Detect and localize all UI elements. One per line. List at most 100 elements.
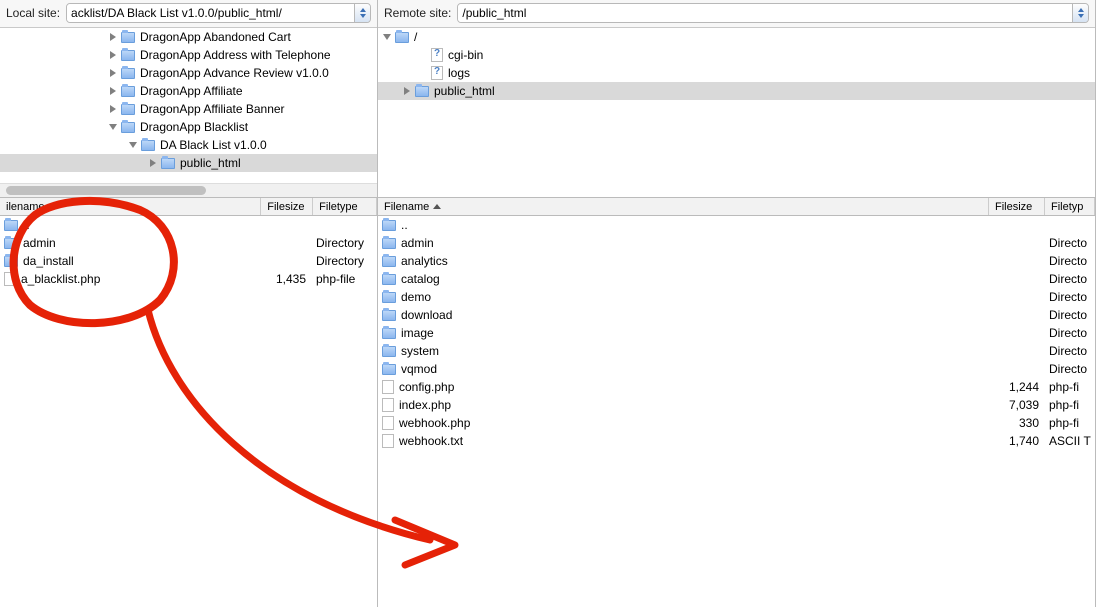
file-size: 330: [991, 416, 1045, 430]
chevron-up-icon: [1078, 8, 1084, 12]
local-site-bar: Local site:: [0, 0, 377, 28]
file-row[interactable]: systemDirecto: [378, 342, 1095, 360]
tree-row[interactable]: public_html: [0, 154, 377, 172]
file-type: Directo: [1045, 308, 1095, 322]
folder-icon: [141, 140, 155, 151]
file-row[interactable]: da_installDirectory: [0, 252, 377, 270]
chevron-down-icon: [360, 14, 366, 18]
disclosure-closed-icon[interactable]: [110, 51, 116, 59]
disclosure-closed-icon[interactable]: [110, 87, 116, 95]
tree-row[interactable]: logs: [378, 64, 1095, 82]
tree-label: logs: [448, 66, 470, 80]
local-dir-tree[interactable]: DragonApp Abandoned CartDragonApp Addres…: [0, 28, 377, 198]
file-type: Directo: [1045, 326, 1095, 340]
remote-site-input[interactable]: [458, 4, 1072, 22]
remote-site-label: Remote site:: [384, 6, 451, 20]
remote-file-list[interactable]: ..adminDirectoanalyticsDirectocatalogDir…: [378, 216, 1095, 607]
local-pane: Local site: DragonApp Abandoned CartDrag…: [0, 0, 378, 607]
folder-icon: [382, 274, 396, 285]
folder-icon: [4, 238, 18, 249]
remote-dir-tree[interactable]: / cgi-bin logs public_html: [378, 28, 1095, 198]
file-row[interactable]: demoDirecto: [378, 288, 1095, 306]
remote-site-combo-button[interactable]: [1072, 4, 1088, 22]
file-name: catalog: [401, 272, 440, 286]
tree-row[interactable]: DA Black List v1.0.0: [0, 136, 377, 154]
file-name: analytics: [401, 254, 448, 268]
local-site-combo[interactable]: [66, 3, 371, 23]
local-tree-scrollbar[interactable]: [0, 183, 377, 197]
file-row[interactable]: index.php7,039php-fi: [378, 396, 1095, 414]
file-name: demo: [401, 290, 431, 304]
folder-icon: [382, 238, 396, 249]
folder-icon: [121, 68, 135, 79]
remote-site-bar: Remote site:: [378, 0, 1095, 28]
disclosure-closed-icon[interactable]: [110, 69, 116, 77]
file-row[interactable]: webhook.txt1,740ASCII T: [378, 432, 1095, 450]
tree-row[interactable]: /: [378, 28, 1095, 46]
file-size: 1,740: [991, 434, 1045, 448]
tree-row[interactable]: DragonApp Advance Review v1.0.0: [0, 64, 377, 82]
tree-row[interactable]: DragonApp Blacklist: [0, 118, 377, 136]
file-type: php-fi: [1045, 398, 1095, 412]
folder-icon: [161, 158, 175, 169]
local-col-filename[interactable]: ilename: [0, 198, 261, 215]
tree-row[interactable]: DragonApp Affiliate Banner: [0, 100, 377, 118]
file-row[interactable]: webhook.php330php-fi: [378, 414, 1095, 432]
file-name: system: [401, 344, 439, 358]
disclosure-closed-icon[interactable]: [110, 105, 116, 113]
local-list-header: ilename Filesize Filetype: [0, 198, 377, 216]
file-name: image: [401, 326, 434, 340]
file-row[interactable]: vqmod Directo: [378, 360, 1095, 378]
tree-row[interactable]: DragonApp Abandoned Cart: [0, 28, 377, 46]
file-row[interactable]: config.php1,244php-fi: [378, 378, 1095, 396]
file-row[interactable]: adminDirectory: [0, 234, 377, 252]
file-type: Directo: [1045, 362, 1095, 376]
remote-site-combo[interactable]: [457, 3, 1089, 23]
folder-icon: [382, 220, 396, 231]
file-name: webhook.php: [399, 416, 470, 430]
file-type: Directo: [1045, 272, 1095, 286]
disclosure-open-icon[interactable]: [109, 124, 117, 130]
file-row[interactable]: catalog Directo: [378, 270, 1095, 288]
tree-row[interactable]: public_html: [378, 82, 1095, 100]
file-row[interactable]: downloadDirecto: [378, 306, 1095, 324]
file-row[interactable]: analyticsDirecto: [378, 252, 1095, 270]
remote-col-filesize[interactable]: Filesize: [989, 198, 1045, 215]
file-name: ..: [401, 218, 408, 232]
disclosure-closed-icon[interactable]: [150, 159, 156, 167]
file-type: Directory: [312, 254, 376, 268]
tree-label: cgi-bin: [448, 48, 483, 62]
file-row[interactable]: a_blacklist.php1,435php-file: [0, 270, 377, 288]
disclosure-closed-icon[interactable]: [110, 33, 116, 41]
file-name: vqmod: [401, 362, 437, 376]
tree-label: DragonApp Affiliate: [140, 84, 243, 98]
file-icon: [382, 398, 394, 412]
remote-col-filename[interactable]: Filename: [378, 198, 989, 215]
disclosure-closed-icon[interactable]: [404, 87, 410, 95]
file-row[interactable]: ..: [0, 216, 377, 234]
local-file-list[interactable]: ..adminDirectoryda_installDirectorya_bla…: [0, 216, 377, 607]
remote-col-filetype[interactable]: Filetyp: [1045, 198, 1095, 215]
local-col-filesize[interactable]: Filesize: [261, 198, 313, 215]
folder-icon: [395, 32, 409, 43]
tree-row[interactable]: DragonApp Address with Telephone: [0, 46, 377, 64]
local-col-filetype[interactable]: Filetype: [313, 198, 377, 215]
file-row[interactable]: ..: [378, 216, 1095, 234]
file-row[interactable]: image Directo: [378, 324, 1095, 342]
scrollbar-thumb[interactable]: [6, 186, 206, 195]
tree-row[interactable]: DragonApp Affiliate: [0, 82, 377, 100]
chevron-down-icon: [1078, 14, 1084, 18]
folder-icon: [121, 104, 135, 115]
disclosure-open-icon[interactable]: [383, 34, 391, 40]
file-name: admin: [23, 236, 56, 250]
file-size: 1,435: [262, 272, 312, 286]
file-row[interactable]: adminDirecto: [378, 234, 1095, 252]
folder-icon: [382, 256, 396, 267]
file-name: a_blacklist.php: [21, 272, 100, 286]
file-size: 7,039: [991, 398, 1045, 412]
folder-icon: [415, 86, 429, 97]
tree-row[interactable]: cgi-bin: [378, 46, 1095, 64]
local-site-combo-button[interactable]: [354, 4, 370, 22]
local-site-input[interactable]: [67, 4, 354, 22]
disclosure-open-icon[interactable]: [129, 142, 137, 148]
